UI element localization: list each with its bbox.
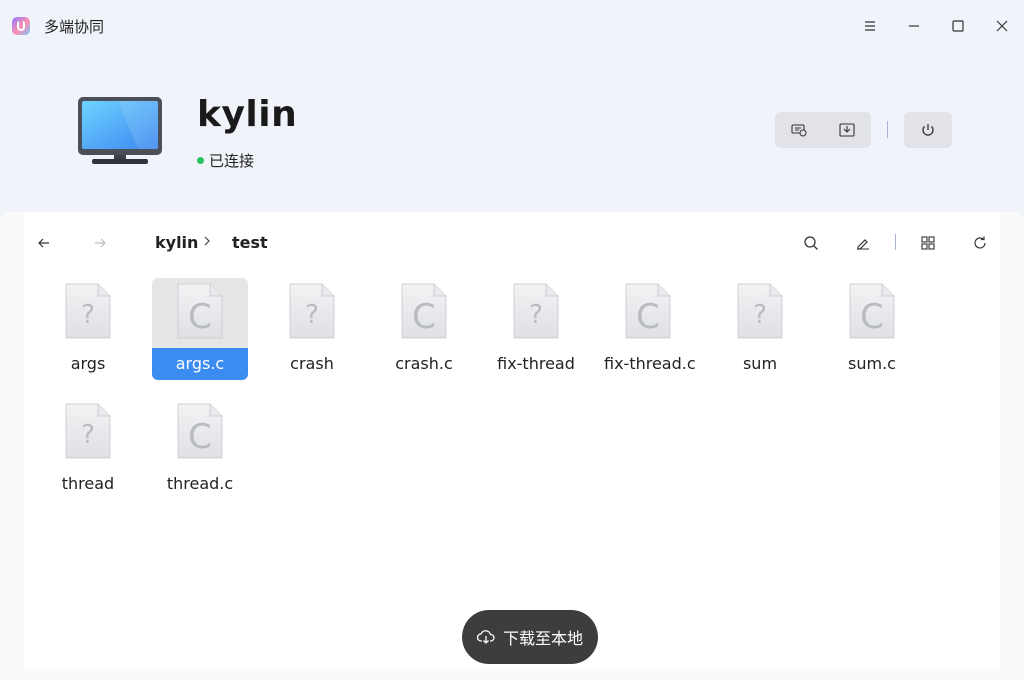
svg-text:?: ? bbox=[753, 300, 767, 330]
unknown-file-icon: ? bbox=[288, 282, 336, 340]
monitor-icon bbox=[78, 97, 162, 165]
file-item[interactable]: Ccrash.c bbox=[376, 278, 472, 380]
svg-text:?: ? bbox=[81, 420, 95, 450]
file-name: thread bbox=[61, 474, 115, 493]
screen-share-icon bbox=[791, 124, 807, 137]
download-icon bbox=[839, 123, 855, 137]
app-logo bbox=[12, 17, 30, 35]
svg-text:C: C bbox=[860, 297, 884, 337]
file-name: fix-thread bbox=[497, 354, 575, 373]
file-name: args.c bbox=[152, 348, 248, 380]
search-button[interactable] bbox=[799, 232, 823, 254]
svg-text:C: C bbox=[636, 297, 660, 337]
toolbar-divider bbox=[895, 234, 896, 250]
refresh-icon bbox=[974, 236, 986, 249]
minimize-icon bbox=[909, 25, 919, 27]
download-to-local-button[interactable]: 下载至本地 bbox=[462, 610, 598, 664]
screen-share-button[interactable] bbox=[775, 112, 823, 148]
file-item[interactable]: ? thread bbox=[40, 398, 136, 500]
maximize-icon bbox=[952, 20, 964, 32]
svg-text:?: ? bbox=[81, 300, 95, 330]
power-icon bbox=[922, 124, 934, 136]
file-item[interactable]: ? fix-thread bbox=[488, 278, 584, 380]
file-name: crash bbox=[290, 354, 334, 373]
file-item[interactable]: Cfix-thread.c bbox=[600, 278, 696, 380]
status-dot bbox=[197, 157, 204, 164]
connection-status: 已连接 bbox=[197, 150, 254, 171]
c-file-icon: C bbox=[848, 282, 896, 340]
close-button[interactable] bbox=[988, 12, 1016, 40]
menu-icon bbox=[865, 21, 875, 31]
breadcrumb-root[interactable]: kylin bbox=[155, 233, 198, 252]
chevron-right-icon bbox=[204, 236, 210, 246]
grid-view-icon bbox=[921, 236, 935, 250]
file-item[interactable]: ? args bbox=[40, 278, 136, 380]
status-text: 已连接 bbox=[209, 152, 255, 170]
c-file-icon: C bbox=[624, 282, 672, 340]
breadcrumb-current[interactable]: test bbox=[232, 233, 268, 252]
app-title: 多端协同 bbox=[44, 18, 105, 36]
edit-button[interactable] bbox=[851, 232, 875, 254]
file-item[interactable]: Cthread.c bbox=[152, 398, 248, 500]
unknown-file-icon: ? bbox=[736, 282, 784, 340]
svg-text:C: C bbox=[188, 297, 212, 337]
forward-button[interactable] bbox=[88, 232, 112, 254]
forward-arrow-icon bbox=[95, 238, 106, 248]
back-button[interactable] bbox=[32, 232, 56, 254]
svg-text:?: ? bbox=[529, 300, 543, 330]
minimize-button[interactable] bbox=[900, 12, 928, 40]
edit-icon bbox=[857, 239, 869, 250]
file-name: fix-thread.c bbox=[604, 354, 696, 373]
refresh-button[interactable] bbox=[968, 232, 992, 254]
toolbar-divider bbox=[887, 121, 888, 138]
device-name: kylin bbox=[197, 94, 298, 135]
close-icon bbox=[996, 20, 1008, 32]
cloud-download-icon bbox=[476, 630, 495, 644]
unknown-file-icon: ? bbox=[64, 402, 112, 460]
download-button[interactable] bbox=[823, 112, 871, 148]
maximize-button[interactable] bbox=[944, 12, 972, 40]
back-arrow-icon bbox=[38, 238, 49, 248]
title-bar: 多端协同 bbox=[0, 0, 1024, 52]
file-name: thread.c bbox=[166, 474, 234, 493]
unknown-file-icon: ? bbox=[512, 282, 560, 340]
file-name: crash.c bbox=[395, 354, 453, 373]
view-mode-button[interactable] bbox=[916, 232, 940, 254]
download-label: 下载至本地 bbox=[502, 629, 583, 648]
file-item[interactable]: Cargs.c bbox=[152, 278, 248, 380]
file-item[interactable]: ? crash bbox=[264, 278, 360, 380]
file-name: sum bbox=[742, 354, 778, 373]
svg-text:?: ? bbox=[305, 300, 319, 330]
c-file-icon: C bbox=[176, 282, 224, 340]
c-file-icon: C bbox=[176, 402, 224, 460]
svg-text:C: C bbox=[412, 297, 436, 337]
disconnect-button[interactable] bbox=[904, 112, 952, 148]
menu-button[interactable] bbox=[856, 12, 884, 40]
file-name: sum.c bbox=[848, 354, 896, 373]
file-item[interactable]: ? sum bbox=[712, 278, 808, 380]
c-file-icon: C bbox=[400, 282, 448, 340]
file-item[interactable]: Csum.c bbox=[824, 278, 920, 380]
search-icon bbox=[804, 236, 818, 250]
file-name: args bbox=[70, 354, 106, 373]
svg-text:C: C bbox=[188, 417, 212, 457]
unknown-file-icon: ? bbox=[64, 282, 112, 340]
